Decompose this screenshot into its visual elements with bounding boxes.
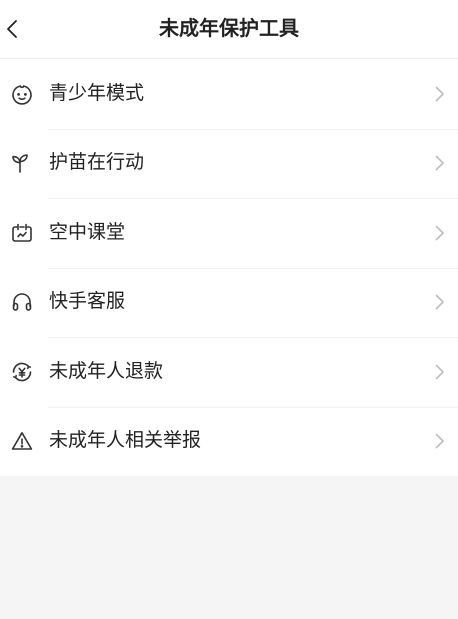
menu-item-label: 未成年人退款 [49,360,164,382]
back-button[interactable] [0,0,44,58]
menu-item-minor-refund[interactable]: 未成年人退款 [0,337,458,407]
online-class-icon [10,221,34,245]
menu-item-label: 空中课堂 [49,221,126,243]
menu-item-label: 护苗在行动 [49,152,145,174]
child-face-icon [10,82,34,106]
menu-item-label: 青少年模式 [49,82,145,104]
chevron-right-icon [435,86,445,102]
menu-item-label: 快手客服 [49,291,126,313]
sprout-icon [10,151,34,175]
empty-area [0,476,458,619]
menu-item-customer-service[interactable]: 快手客服 [0,267,458,338]
menu-item-teen-mode[interactable]: 青少年模式 [0,59,458,129]
chevron-right-icon [435,155,445,171]
top-bar: 未成年保护工具 [0,0,458,59]
chevron-right-icon [435,225,445,241]
chevron-right-icon [435,433,445,449]
headset-icon [10,290,34,314]
tool-list: 青少年模式 护苗在行动 空中课堂 快手客服 未成年人退款 未成年人相关举报 [0,59,458,476]
chevron-left-icon [7,20,17,38]
chevron-right-icon [435,294,445,310]
yuan-refund-icon [10,360,34,384]
menu-item-minor-report[interactable]: 未成年人相关举报 [0,406,458,477]
menu-item-label: 未成年人相关举报 [49,430,202,452]
warning-icon [10,429,34,453]
page-title: 未成年保护工具 [159,18,299,40]
chevron-right-icon [435,364,445,380]
menu-item-online-class[interactable]: 空中课堂 [0,198,458,268]
menu-item-seedling-action[interactable]: 护苗在行动 [0,128,458,199]
